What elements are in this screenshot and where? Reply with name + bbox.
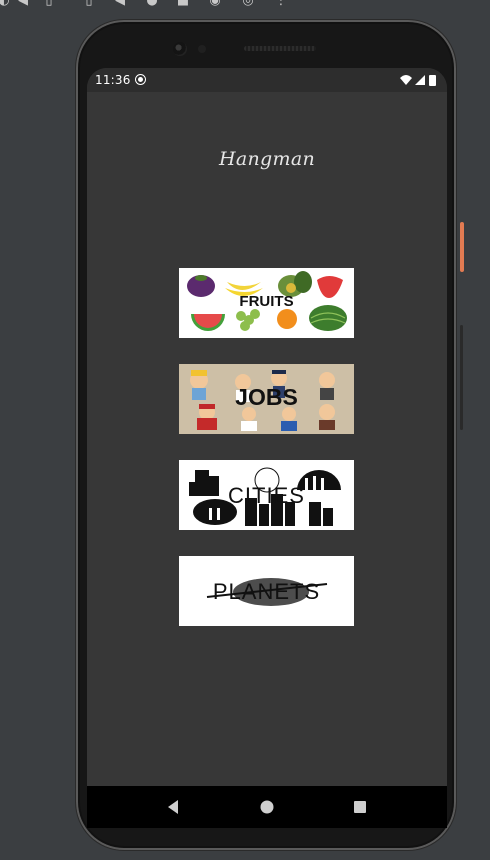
category-fruits-button[interactable]: FRUITS bbox=[179, 268, 354, 338]
volume-up-icon[interactable]: ◀ bbox=[16, 0, 30, 8]
category-jobs-button[interactable]: JOBS bbox=[179, 364, 354, 434]
recents-square-icon[interactable] bbox=[349, 796, 371, 818]
home-icon[interactable]: ● bbox=[145, 0, 159, 8]
front-camera bbox=[173, 42, 187, 56]
screenshot-icon[interactable]: ◉ bbox=[208, 0, 222, 8]
phone-frame: 11:36 Hangman FRUITS JOBS CITIES PLANETS bbox=[76, 20, 456, 850]
status-icons bbox=[399, 73, 439, 87]
back-triangle-icon[interactable] bbox=[162, 796, 184, 818]
category-fruits-label: FRUITS bbox=[239, 293, 294, 310]
home-circle-icon[interactable] bbox=[256, 796, 278, 818]
status-time: 11:36 bbox=[95, 73, 131, 87]
more-icon[interactable]: ⋮ bbox=[274, 0, 288, 8]
app-screen: 11:36 Hangman FRUITS JOBS CITIES PLANETS bbox=[87, 68, 447, 828]
category-planets-button[interactable]: PLANETS bbox=[179, 556, 354, 626]
navigation-bar bbox=[87, 786, 447, 828]
wifi-icon bbox=[400, 75, 412, 85]
volume-down-icon[interactable]: ▯ bbox=[42, 0, 56, 8]
proximity-sensor bbox=[198, 45, 206, 53]
status-bar: 11:36 bbox=[87, 68, 447, 92]
category-cities-label: CITIES bbox=[228, 483, 305, 508]
overview-icon[interactable]: ■ bbox=[176, 0, 190, 8]
back-icon[interactable]: ◀ bbox=[113, 0, 127, 8]
rotate-left-icon[interactable]: ▯ bbox=[82, 0, 96, 8]
phone-power-button[interactable] bbox=[460, 222, 464, 272]
emulator-toolbar: ◐ ◀ ▯ ▯ ◀ ● ■ ◉ ◎ ⋮ bbox=[0, 0, 490, 12]
app-title: Hangman bbox=[219, 148, 315, 170]
earpiece-speaker bbox=[244, 46, 316, 51]
category-jobs-label: JOBS bbox=[235, 384, 298, 410]
phone-volume-button[interactable] bbox=[460, 325, 463, 430]
category-planets-label: PLANETS bbox=[212, 579, 321, 604]
signal-icon bbox=[415, 75, 425, 85]
category-cities-button[interactable]: CITIES bbox=[179, 460, 354, 530]
notification-icon bbox=[135, 74, 146, 85]
power-icon[interactable]: ◐ bbox=[0, 0, 11, 8]
zoom-icon[interactable]: ◎ bbox=[241, 0, 255, 8]
battery-icon bbox=[429, 75, 436, 86]
